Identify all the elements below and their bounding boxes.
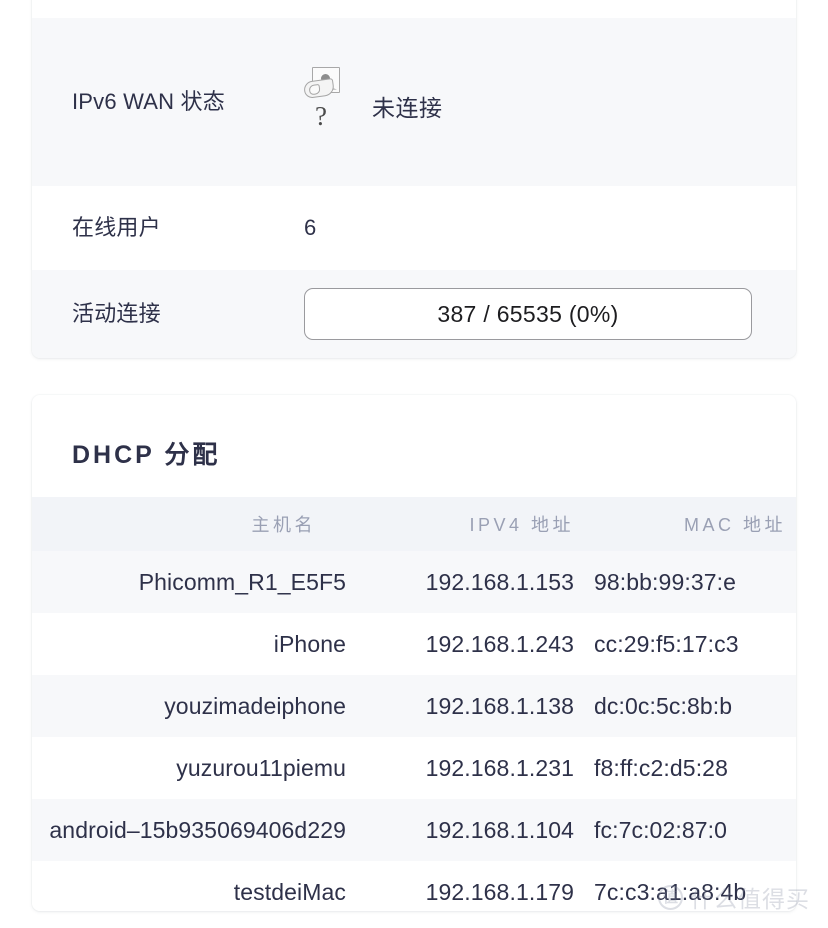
- row-online-users: 在线用户 6: [32, 186, 796, 270]
- dhcp-allocation-card: DHCP 分配 主机名 IPV4 地址 MAC 地址 Phicomm_R1_E5…: [32, 395, 796, 911]
- page-root: IPv6 WAN 状态 ? 未连接 在线用户 6 活动连接 387 / 6553…: [0, 0, 828, 928]
- broken-image-hand: [302, 77, 336, 100]
- row-label-active-connections: 活动连接: [72, 300, 161, 326]
- table-row: testdeiMac 192.168.1.179 7c:c3:a1:a8:4b: [32, 861, 796, 911]
- table-row: Phicomm_R1_E5F5 192.168.1.153 98:bb:99:37:…: [32, 551, 796, 613]
- dhcp-table-header: 主机名 IPV4 地址 MAC 地址: [32, 497, 796, 551]
- cell-hostname: testdeiMac: [32, 861, 380, 911]
- table-row: android–15b935069406d229 192.168.1.104 fc:…: [32, 799, 796, 861]
- cell-hostname: iPhone: [32, 613, 380, 675]
- table-header-row: 主机名 IPV4 地址 MAC 地址: [32, 497, 796, 551]
- table-row: yuzurou11piemu 192.168.1.231 f8:ff:c2:d5:2…: [32, 737, 796, 799]
- column-header-ipv4: IPV4 地址: [380, 497, 584, 551]
- row-value-ipv6-wan-status: ? 未连接: [302, 63, 770, 141]
- dhcp-card-title: DHCP 分配: [72, 441, 221, 469]
- cell-hostname: Phicomm_R1_E5F5: [32, 551, 380, 613]
- dhcp-lease-table: 主机名 IPV4 地址 MAC 地址 Phicomm_R1_E5F5 192.16…: [32, 497, 796, 911]
- cell-mac: dc:0c:5c:8b:b: [584, 675, 796, 737]
- ipv6-status-text: 未连接: [372, 95, 443, 121]
- cell-hostname: android–15b935069406d229: [32, 799, 380, 861]
- column-header-mac: MAC 地址: [584, 497, 796, 551]
- cell-mac: f8:ff:c2:d5:28: [584, 737, 796, 799]
- cell-mac: cc:29:f5:17:c3: [584, 613, 796, 675]
- broken-image-icon: ?: [302, 67, 350, 141]
- broken-image-question-mark: ?: [315, 101, 327, 131]
- card-top-spacer: [32, 0, 796, 18]
- cell-mac: fc:7c:02:87:0: [584, 799, 796, 861]
- cell-mac: 7c:c3:a1:a8:4b: [584, 861, 796, 911]
- cell-ipv4: 192.168.1.138: [380, 675, 584, 737]
- cell-ipv4: 192.168.1.104: [380, 799, 584, 861]
- cell-ipv4: 192.168.1.231: [380, 737, 584, 799]
- row-label-online-users: 在线用户: [72, 214, 161, 240]
- cell-ipv4: 192.168.1.243: [380, 613, 584, 675]
- table-row: youzimadeiphone 192.168.1.138 dc:0c:5c:8b:…: [32, 675, 796, 737]
- cell-hostname: yuzurou11piemu: [32, 737, 380, 799]
- progress-bar-label: 387 / 65535 (0%): [437, 300, 619, 327]
- active-connections-progress-bar: 387 / 65535 (0%): [304, 288, 752, 340]
- row-label-ipv6-wan-status: IPv6 WAN 状态: [72, 88, 225, 114]
- wan-status-card: IPv6 WAN 状态 ? 未连接 在线用户 6 活动连接 387 / 6553…: [32, 0, 796, 358]
- cell-ipv4: 192.168.1.153: [380, 551, 584, 613]
- row-active-connections: 活动连接 387 / 65535 (0%): [32, 270, 796, 358]
- cell-ipv4: 192.168.1.179: [380, 861, 584, 911]
- row-value-active-connections: 387 / 65535 (0%): [304, 288, 770, 340]
- cell-mac: 98:bb:99:37:e: [584, 551, 796, 613]
- row-ipv6-wan-status: IPv6 WAN 状态 ? 未连接: [32, 18, 796, 186]
- dhcp-table-body: Phicomm_R1_E5F5 192.168.1.153 98:bb:99:37:…: [32, 551, 796, 911]
- cell-hostname: youzimadeiphone: [32, 675, 380, 737]
- column-header-hostname: 主机名: [32, 497, 380, 551]
- row-value-online-users: 6: [304, 215, 317, 240]
- table-row: iPhone 192.168.1.243 cc:29:f5:17:c3: [32, 613, 796, 675]
